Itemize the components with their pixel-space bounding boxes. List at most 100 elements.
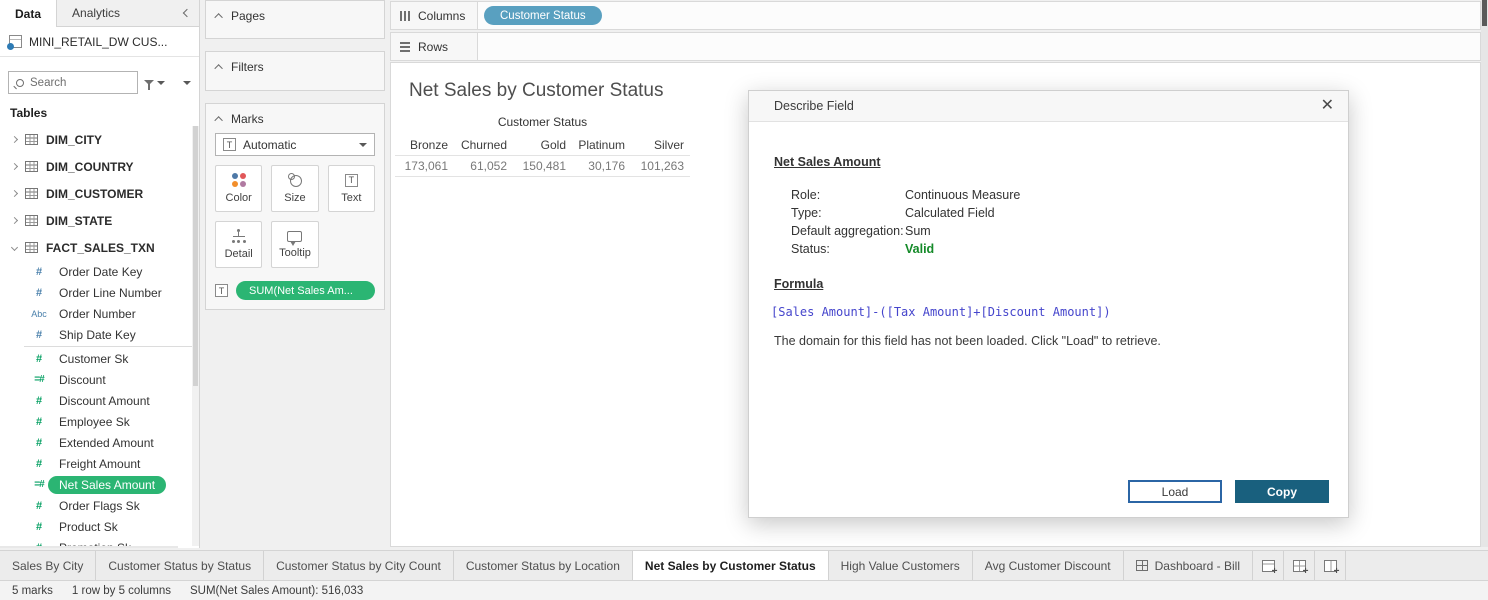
filters-card[interactable]: Filters	[205, 51, 385, 91]
field-row-net-sales-amount[interactable]: =# Net Sales Amount	[0, 474, 192, 495]
field-row[interactable]: # Product Sk	[0, 516, 192, 537]
field-row[interactable]: # Promotion Sk	[0, 537, 192, 546]
tab-dashboard-bill[interactable]: Dashboard - Bill	[1124, 551, 1253, 580]
mark-type-dropdown[interactable]: T Automatic	[215, 133, 375, 156]
row-column-count: 1 row by 5 columns	[72, 585, 171, 597]
filters-label: Filters	[231, 60, 264, 74]
table-row-dim-country[interactable]: DIM_COUNTRY	[0, 153, 192, 180]
field-row[interactable]: # Discount Amount	[0, 390, 192, 411]
status-bar: 5 marks 1 row by 5 columns SUM(Net Sales…	[0, 581, 1488, 600]
value-cell[interactable]: 150,481	[513, 156, 572, 176]
tab-analytics[interactable]: Analytics	[57, 0, 135, 26]
field-row[interactable]: # Extended Amount	[0, 432, 192, 453]
field-row[interactable]: =# Discount	[0, 369, 192, 390]
datasource-row[interactable]: MINI_RETAIL_DW CUS...	[0, 27, 199, 57]
data-pane-h-scrollbar[interactable]	[0, 546, 178, 548]
dialog-body: Net Sales Amount Role: Continuous Measur…	[749, 122, 1348, 518]
text-button[interactable]: T Text	[328, 165, 375, 212]
value-cell[interactable]: 173,061	[395, 156, 454, 176]
collapse-pane-button[interactable]	[175, 0, 199, 26]
tab-customer-status-by-location[interactable]: Customer Status by Location	[454, 551, 633, 580]
columns-shelf-well[interactable]: Customer Status	[478, 1, 1481, 30]
chevron-up-icon[interactable]	[214, 116, 222, 124]
data-pane-scrollbar[interactable]	[192, 126, 199, 546]
sum-net-sales-pill[interactable]: SUM(Net Sales Am...	[236, 281, 375, 300]
value-cell[interactable]: 30,176	[572, 156, 631, 176]
tab-sales-by-city[interactable]: Sales By City	[0, 551, 96, 580]
close-icon[interactable]: ✕	[1321, 98, 1334, 114]
size-label: Size	[284, 192, 305, 204]
customer-status-pill[interactable]: Customer Status	[484, 6, 602, 25]
chevron-right-icon[interactable]	[11, 136, 18, 143]
copy-button[interactable]: Copy	[1235, 480, 1329, 503]
tab-label: Customer Status by Location	[466, 559, 620, 573]
pages-label: Pages	[231, 9, 265, 23]
tab-avg-customer-discount[interactable]: Avg Customer Discount	[973, 551, 1124, 580]
chevron-up-icon[interactable]	[214, 13, 222, 21]
detail-button[interactable]: Detail	[215, 221, 262, 268]
scrollbar-thumb[interactable]	[193, 126, 198, 386]
category-cell[interactable]: Churned	[454, 135, 513, 155]
search-row	[8, 71, 196, 94]
field-row[interactable]: Abc Order Number	[0, 303, 192, 324]
number-icon: #	[27, 458, 51, 470]
property-row: Status: Valid	[791, 240, 1323, 258]
search-box[interactable]	[8, 71, 138, 94]
sheet-title: Net Sales by Customer Status	[409, 80, 664, 102]
columns-shelf-label: Columns	[390, 1, 478, 30]
rows-shelf-well[interactable]	[478, 32, 1481, 61]
rows-icon	[400, 42, 410, 52]
new-worksheet-button[interactable]	[1253, 551, 1284, 580]
value-cell[interactable]: 101,263	[631, 156, 690, 176]
canvas-scrollbar[interactable]	[1481, 0, 1488, 547]
table-row-fact-sales-txn[interactable]: FACT_SALES_TXN	[0, 234, 192, 261]
field-row[interactable]: # Customer Sk	[0, 348, 192, 369]
tab-customer-status-by-status[interactable]: Customer Status by Status	[96, 551, 264, 580]
new-dashboard-button[interactable]	[1284, 551, 1315, 580]
table-row-dim-customer[interactable]: DIM_CUSTOMER	[0, 180, 192, 207]
field-row[interactable]: # Order Date Key	[0, 261, 192, 282]
caret-down-icon	[183, 81, 191, 85]
property-label: Type:	[791, 204, 905, 222]
field-row[interactable]: # Freight Amount	[0, 453, 192, 474]
size-button[interactable]: Size	[271, 165, 318, 212]
tab-net-sales-by-customer-status[interactable]: Net Sales by Customer Status	[633, 551, 829, 580]
tooltip-button[interactable]: Tooltip	[271, 221, 318, 268]
chevron-right-icon[interactable]	[11, 217, 18, 224]
category-cell[interactable]: Bronze	[395, 135, 454, 155]
crosstab-value-row: 173,061 61,052 150,481 30,176 101,263	[395, 155, 690, 177]
color-button[interactable]: Color	[215, 165, 262, 212]
tab-data[interactable]: Data	[0, 0, 57, 27]
field-row[interactable]: # Order Flags Sk	[0, 495, 192, 516]
new-story-button[interactable]	[1315, 551, 1346, 580]
table-row-dim-state[interactable]: DIM_STATE	[0, 207, 192, 234]
chevron-up-icon[interactable]	[214, 64, 222, 72]
category-cell[interactable]: Platinum	[572, 135, 631, 155]
selected-field-pill[interactable]: Net Sales Amount	[48, 476, 166, 494]
dialog-buttons: Load Copy	[1128, 480, 1329, 503]
field-row[interactable]: # Order Line Number	[0, 282, 192, 303]
status-valid-value: Valid	[905, 240, 934, 258]
search-input[interactable]	[30, 77, 130, 89]
chevron-down-icon[interactable]	[11, 244, 18, 251]
tab-customer-status-by-city-count[interactable]: Customer Status by City Count	[264, 551, 454, 580]
chevron-right-icon[interactable]	[11, 190, 18, 197]
load-button[interactable]: Load	[1128, 480, 1222, 503]
field-label: Discount	[59, 373, 106, 387]
table-icon	[25, 242, 38, 253]
chevron-right-icon[interactable]	[11, 163, 18, 170]
pages-card[interactable]: Pages	[205, 0, 385, 39]
data-pane-menu-button[interactable]	[175, 71, 199, 94]
table-row-dim-city[interactable]: DIM_CITY	[0, 126, 192, 153]
scrollbar-thumb[interactable]	[1482, 0, 1487, 26]
field-list: DIM_CITY DIM_COUNTRY DIM_CUSTOMER DIM_ST…	[0, 126, 192, 546]
value-cell[interactable]: 61,052	[454, 156, 513, 176]
field-row[interactable]: # Employee Sk	[0, 411, 192, 432]
field-row[interactable]: # Ship Date Key	[0, 324, 192, 345]
crosstab-category-row: Bronze Churned Gold Platinum Silver	[395, 135, 690, 155]
category-cell[interactable]: Gold	[513, 135, 572, 155]
number-icon: #	[27, 329, 51, 341]
category-cell[interactable]: Silver	[631, 135, 690, 155]
tab-high-value-customers[interactable]: High Value Customers	[829, 551, 973, 580]
filter-fields-button[interactable]	[138, 71, 171, 94]
